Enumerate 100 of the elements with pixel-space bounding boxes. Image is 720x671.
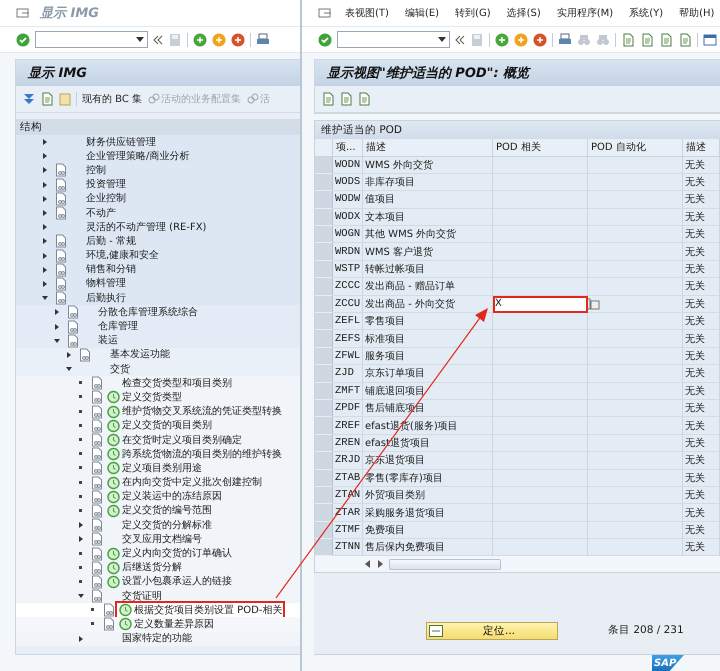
find-icon[interactable] [577, 32, 591, 46]
tree-item[interactable]: 不动产 [86, 206, 116, 220]
menu-item[interactable]: 编辑(E) [402, 6, 442, 20]
tree-item[interactable]: 定义交货的项目类别 [122, 419, 212, 432]
scrollbar-thumb[interactable] [389, 558, 501, 570]
column-header[interactable]: POD 相关 [493, 139, 588, 156]
position-button[interactable]: 定位... [426, 622, 558, 640]
tree-item[interactable]: 检查交货类型和项目类别 [122, 376, 232, 390]
print-icon[interactable] [256, 32, 270, 46]
collapse-arrow-icon[interactable] [65, 365, 73, 374]
scroll-right-icon[interactable] [377, 560, 383, 568]
window-icon[interactable] [703, 32, 717, 46]
clock-icon[interactable] [118, 617, 132, 632]
clock-icon[interactable] [106, 433, 120, 448]
last-page-icon[interactable] [678, 32, 692, 46]
tree-item[interactable]: 交叉应用文档编号 [122, 532, 202, 546]
command-field[interactable] [35, 31, 148, 48]
expand-all-icon[interactable] [22, 92, 36, 106]
clock-icon[interactable] [118, 603, 132, 618]
clock-icon[interactable] [106, 574, 120, 589]
tree-item[interactable]: 维护货物交叉系统流的凭证类型转换 [122, 405, 282, 418]
menu-item[interactable]: 系统(Y) [626, 6, 666, 20]
tree-item[interactable]: 定义项目类别用途 [122, 462, 202, 475]
menu-item[interactable]: 表视图(T) [342, 6, 392, 20]
tree-item[interactable]: 物料管理 [86, 277, 126, 290]
table-cell[interactable] [493, 156, 588, 174]
tree-item[interactable]: 定义数量差异原因 [134, 618, 214, 631]
print-icon[interactable] [558, 32, 572, 46]
collapse-arrow-icon[interactable] [53, 336, 61, 345]
tree-item[interactable]: 财务供应链管理 [86, 136, 156, 149]
table-cell[interactable] [493, 278, 588, 296]
tree-item[interactable]: 后勤 - 常规 [86, 234, 136, 248]
tree-item[interactable]: 在交货时定义项目类别确定 [122, 434, 242, 447]
collapse-arrow-icon[interactable] [41, 294, 49, 302]
expand-arrow-icon[interactable] [65, 350, 73, 359]
deselect-icon[interactable] [357, 92, 371, 106]
tree-item[interactable]: 根据交货项目类别设置 POD-相关 [134, 604, 282, 617]
expand-arrow-icon[interactable] [77, 634, 85, 643]
previous-page-icon[interactable] [640, 32, 654, 46]
tree-item[interactable]: 投资管理 [86, 178, 126, 192]
tree-item[interactable]: 定义交货的分解标准 [122, 518, 212, 532]
tree-item[interactable]: 国家特定的功能 [122, 632, 192, 646]
tree-item[interactable]: 控制 [86, 164, 106, 177]
save-icon[interactable] [168, 32, 182, 46]
menu-item[interactable]: 选择(S) [504, 6, 544, 20]
tree-item[interactable]: 后继送货分解 [122, 561, 182, 574]
next-page-icon[interactable] [659, 32, 673, 46]
horizontal-scrollbar[interactable] [315, 556, 720, 572]
clock-icon[interactable] [106, 504, 120, 518]
save-icon[interactable] [470, 32, 484, 46]
menu-icon[interactable] [16, 6, 30, 20]
column-header[interactable]: 项... [333, 139, 363, 156]
table-cell[interactable]: X [493, 296, 588, 314]
tree-item[interactable]: 交货 [110, 362, 130, 376]
export-icon[interactable] [40, 92, 54, 106]
clock-icon[interactable] [106, 476, 120, 490]
tree-item[interactable]: 在内向交货中定义批次创建控制 [122, 476, 262, 490]
tree-item[interactable]: 定义内向交货的订单确认 [122, 547, 232, 560]
tree-item[interactable]: 企业管理策略/商业分析 [86, 150, 190, 163]
tree-item[interactable]: 环境,健康和安全 [86, 249, 160, 262]
tree-item[interactable]: 仓库管理 [98, 320, 138, 334]
menu-icon[interactable] [318, 6, 332, 20]
folder-icon[interactable] [58, 92, 72, 106]
enter-icon[interactable] [318, 32, 332, 46]
tree-item[interactable]: 定义交货的编号范围 [122, 504, 212, 518]
tree-item[interactable]: 灵活的不动产管理 (RE-FX) [86, 220, 206, 234]
enter-icon[interactable] [16, 32, 30, 46]
tree-item[interactable]: 基本发运功能 [110, 348, 170, 362]
clock-icon[interactable] [106, 560, 120, 575]
collapse-arrow-icon[interactable] [77, 592, 85, 600]
column-header[interactable]: 描述 [683, 139, 720, 156]
double-chevron-icon[interactable] [153, 32, 163, 46]
value-help-icon[interactable] [588, 298, 600, 310]
tree-item[interactable]: 交货证明 [122, 590, 162, 603]
tree-item[interactable]: 定义装运中的冻结原因 [122, 490, 222, 504]
clock-icon[interactable] [106, 390, 120, 404]
menu-item[interactable]: 实用程序(M) [554, 6, 616, 20]
scroll-left-icon[interactable] [365, 560, 371, 568]
column-header[interactable]: 描述 [363, 139, 493, 156]
select-all-icon[interactable] [339, 92, 353, 106]
first-page-icon[interactable] [621, 32, 635, 46]
menu-item[interactable]: 帮助(H) [676, 6, 718, 20]
row-selector[interactable] [315, 539, 333, 556]
tree-item[interactable]: 装运 [98, 334, 118, 348]
clock-icon[interactable] [106, 447, 120, 462]
tree-item[interactable]: 分散仓库管理系统综合 [98, 306, 198, 319]
table-cell[interactable] [493, 313, 588, 330]
tree-item[interactable]: 定义交货类型 [122, 390, 182, 404]
menu-item[interactable]: 转到(G) [452, 6, 494, 20]
column-header[interactable]: POD 自动化 [588, 139, 683, 156]
double-chevron-icon[interactable] [455, 32, 465, 46]
toolbar-button[interactable]: 现有的 BC 集 [81, 92, 144, 106]
find-next-icon[interactable] [596, 32, 610, 46]
tree-item[interactable]: 后勤执行 [86, 292, 126, 305]
clock-icon[interactable] [106, 461, 120, 476]
clock-icon[interactable] [106, 418, 120, 433]
tree-item[interactable]: 企业控制 [86, 192, 126, 206]
tree-item[interactable]: 跨系统货物流的项目类别的维护转换 [122, 448, 282, 461]
clock-icon[interactable] [106, 404, 120, 419]
command-field[interactable] [337, 31, 450, 48]
